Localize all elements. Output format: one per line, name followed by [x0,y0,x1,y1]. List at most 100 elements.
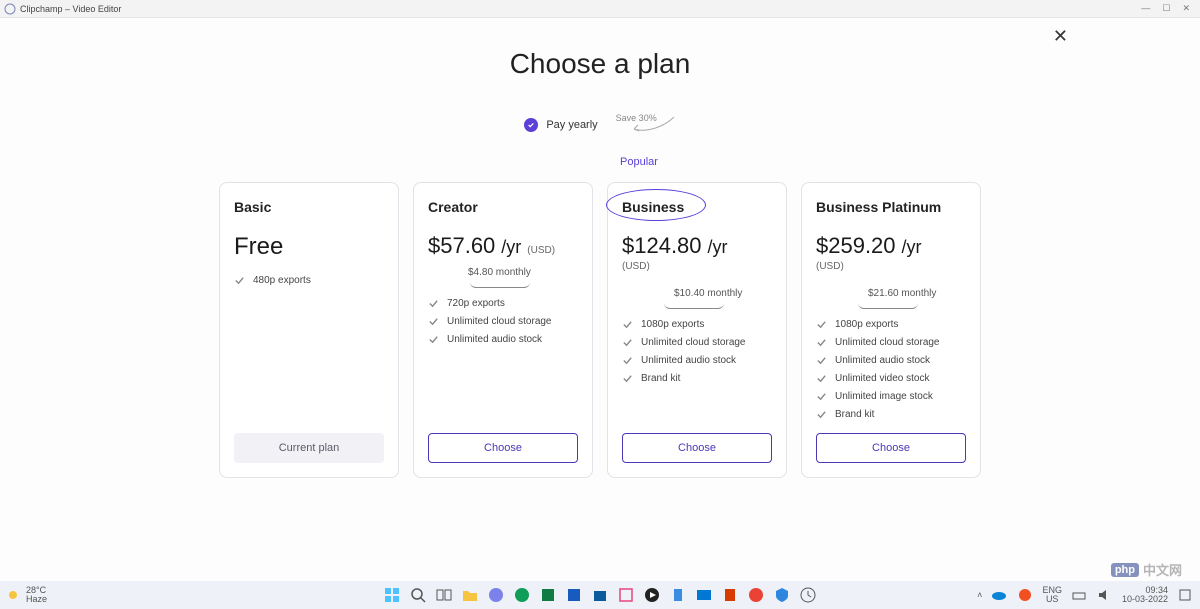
taskbar-date: 10-03-2022 [1122,595,1168,604]
plan-name: Basic [234,199,384,215]
plan-card-business: Business $124.80/yr (USD) $10.40 monthly 108… [607,182,787,478]
popular-label: Popular [620,156,658,168]
taskbar-center [383,586,817,604]
app-icon [4,3,16,15]
check-icon [816,409,827,420]
plan-monthly: $21.60 monthly [868,288,966,299]
plan-monthly: $10.40 monthly [674,288,772,299]
plan-name: Business [622,199,772,215]
choose-plan-button[interactable]: Choose [428,433,578,463]
check-icon [622,337,633,348]
tray-chevron-icon[interactable]: ˄ [977,590,982,600]
taskbar-weather[interactable]: 28°C Haze [6,586,47,604]
page-title: Choose a plan [0,48,1200,80]
excel-icon[interactable] [539,586,557,604]
check-icon [428,316,439,327]
plan-period: /yr [902,237,922,258]
plans-container: Basic Free 480p exports Current plan Creator… [0,176,1200,478]
search-icon[interactable] [409,586,427,604]
plan-card-business-platinum: Business Platinum$259.20/yr(USD)$21.60 m… [801,182,981,478]
start-button[interactable] [383,586,401,604]
clock-icon[interactable] [799,586,817,604]
watermark: php 中文网 [1111,560,1182,579]
divider [858,303,918,309]
taskbar: 28°C Haze ˄ ENG US 09:34 10-0 [0,581,1200,609]
plan-feature: Unlimited cloud storage [816,337,966,348]
choose-plan-button[interactable]: Choose [622,433,772,463]
explorer-icon[interactable] [461,586,479,604]
plan-currency: (USD) [527,245,555,256]
edge-icon[interactable] [513,586,531,604]
window-close-button[interactable]: ✕ [1182,3,1190,14]
plan-feature: 1080p exports [816,319,966,330]
window-title: Clipchamp – Video Editor [20,4,121,14]
plan-feature: Unlimited image stock [816,391,966,402]
plan-name: Business Platinum [816,199,966,215]
check-icon [622,373,633,384]
save-badge: Save 30% [616,113,657,123]
media-icon[interactable] [643,586,661,604]
onedrive-icon[interactable] [990,586,1008,604]
plan-monthly: $4.80 monthly [468,267,578,278]
plan-currency: (USD) [622,261,772,272]
word-icon[interactable] [565,586,583,604]
network-icon[interactable] [1070,586,1088,604]
plan-price: $124.80 [622,233,702,259]
plan-price: $57.60 [428,233,495,259]
pay-yearly-check-icon [524,118,538,132]
plan-feature: Brand kit [816,409,966,420]
taskbar-lang-region: US [1042,595,1062,604]
task-view-icon[interactable] [435,586,453,604]
plan-feature: Unlimited audio stock [622,355,772,366]
choose-plan-button[interactable]: Choose [816,433,966,463]
chrome-icon[interactable] [747,586,765,604]
check-icon [816,355,827,366]
copilot-icon[interactable] [1016,586,1034,604]
check-icon [234,275,245,286]
window-minimize-button[interactable]: — [1141,3,1150,14]
plan-feature: Unlimited cloud storage [622,337,772,348]
tips-icon[interactable] [669,586,687,604]
divider [664,303,724,309]
check-icon [622,319,633,330]
check-icon [622,355,633,366]
current-plan-button: Current plan [234,433,384,463]
close-dialog-button[interactable]: ✕ [1049,22,1072,51]
plan-feature: Brand kit [622,373,772,384]
window-maximize-button[interactable]: ☐ [1162,3,1170,14]
plan-feature: 720p exports [428,298,578,309]
store-icon[interactable] [591,586,609,604]
plan-feature: 1080p exports [622,319,772,330]
billing-period-row: Pay yearly Save 30% [0,116,1200,134]
weather-cond: Haze [26,595,47,604]
check-icon [816,337,827,348]
plan-feature: Unlimited audio stock [816,355,966,366]
check-icon [816,373,827,384]
watermark-brand: php [1111,563,1139,577]
plan-name: Creator [428,199,578,215]
plan-card-basic: Basic Free 480p exports Current plan [219,182,399,478]
plan-period: /yr [501,237,521,258]
notifications-icon[interactable] [1176,586,1194,604]
plan-price: Free [234,233,384,261]
plan-period: /yr [708,237,728,258]
divider [470,282,530,288]
plan-feature: Unlimited audio stock [428,334,578,345]
check-icon [428,334,439,345]
volume-icon[interactable] [1096,586,1114,604]
check-icon [816,391,827,402]
plan-feature: 480p exports [234,275,384,286]
plan-card-creator: Creator $57.60/yr (USD) $4.80 monthly 720p e… [413,182,593,478]
chat-icon[interactable] [487,586,505,604]
security-icon[interactable] [773,586,791,604]
calc-icon[interactable] [721,586,739,604]
plan-price-row: $57.60/yr (USD) [428,233,578,259]
snip-icon[interactable] [617,586,635,604]
plan-currency: (USD) [816,261,966,272]
plan-price-row: $124.80/yr [622,233,772,259]
pay-yearly-toggle[interactable]: Pay yearly [546,119,597,131]
window-titlebar: Clipchamp – Video Editor — ☐ ✕ [0,0,1200,18]
watermark-text: 中文网 [1143,560,1182,579]
plan-feature: Unlimited video stock [816,373,966,384]
mail-icon[interactable] [695,586,713,604]
